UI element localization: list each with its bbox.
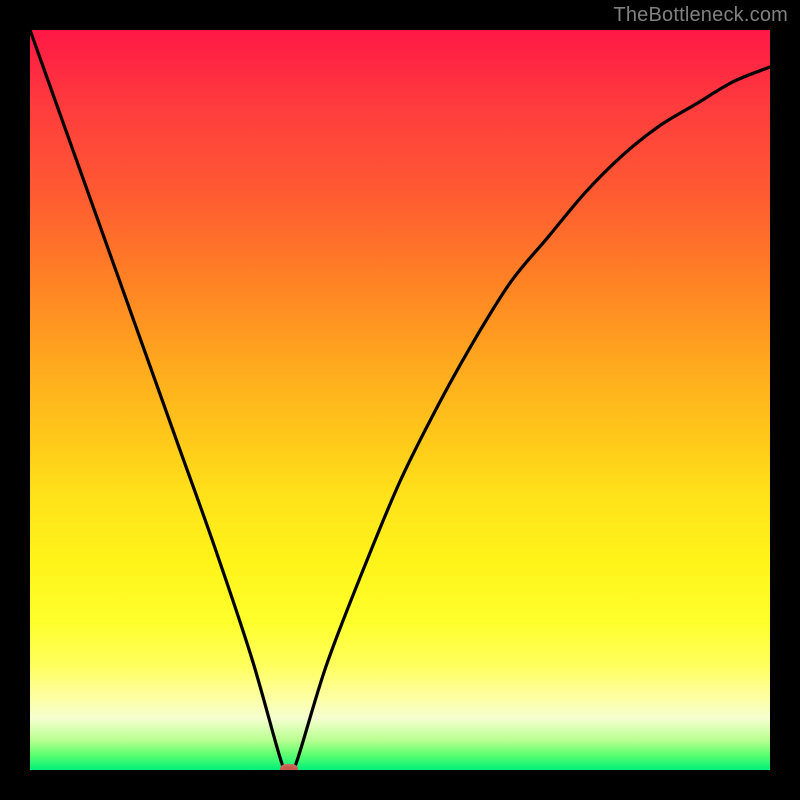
curve-svg (30, 30, 770, 770)
chart-frame: TheBottleneck.com (0, 0, 800, 800)
watermark-text: TheBottleneck.com (613, 4, 788, 27)
bottleneck-curve (30, 30, 770, 770)
current-config-marker (280, 764, 298, 770)
plot-area (30, 30, 770, 770)
